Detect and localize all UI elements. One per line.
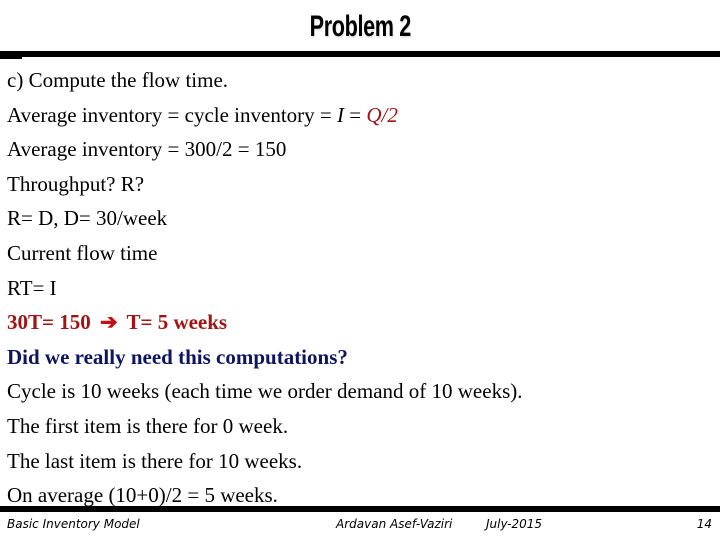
footer-divider bbox=[0, 506, 720, 512]
slide-title: Problem 2 bbox=[309, 10, 411, 43]
result-answer: T= 5 weeks bbox=[126, 310, 228, 335]
footer-course-title: Basic Inventory Model bbox=[7, 517, 140, 531]
formula-variable: I bbox=[337, 102, 345, 127]
body-line-average-inventory-formula: Average inventory = cycle inventory = I … bbox=[7, 98, 522, 133]
formula-prefix: Average inventory = cycle inventory = bbox=[7, 102, 338, 127]
right-arrow-icon: ➔ bbox=[99, 310, 118, 335]
slide-body: c) Compute the flow time. Average invent… bbox=[7, 63, 522, 513]
formula-equals: = bbox=[344, 102, 367, 127]
footer-author: Ardavan Asef-Vaziri bbox=[336, 517, 453, 531]
body-line-current-flow-time: Current flow time bbox=[7, 240, 158, 265]
header-divider-accent bbox=[0, 57, 22, 59]
formula-expression: Q/2 bbox=[366, 102, 398, 127]
body-line-demand: R= D, D= 30/week bbox=[7, 206, 168, 231]
body-line-littles-law: RT= I bbox=[7, 275, 57, 300]
page-number: 14 bbox=[696, 517, 712, 531]
body-line-cycle: Cycle is 10 weeks (each time we order de… bbox=[7, 379, 523, 404]
body-line-first-item: The first item is there for 0 week. bbox=[7, 413, 289, 438]
body-line-last-item: The last item is there for 10 weeks. bbox=[7, 448, 303, 473]
result-equation: 30T= 150 bbox=[7, 310, 91, 335]
body-line-average-inventory-value: Average inventory = 300/2 = 150 bbox=[7, 137, 287, 162]
body-line-result: 30T= 150 ➔ T= 5 weeks bbox=[7, 305, 522, 340]
body-line-throughput: Throughput? R? bbox=[7, 171, 145, 196]
body-line-question: Did we really need this computations? bbox=[7, 344, 348, 369]
body-line-part-c: c) Compute the flow time. bbox=[7, 68, 229, 92]
footer-date: July-2015 bbox=[486, 517, 543, 531]
header-divider bbox=[0, 51, 720, 57]
